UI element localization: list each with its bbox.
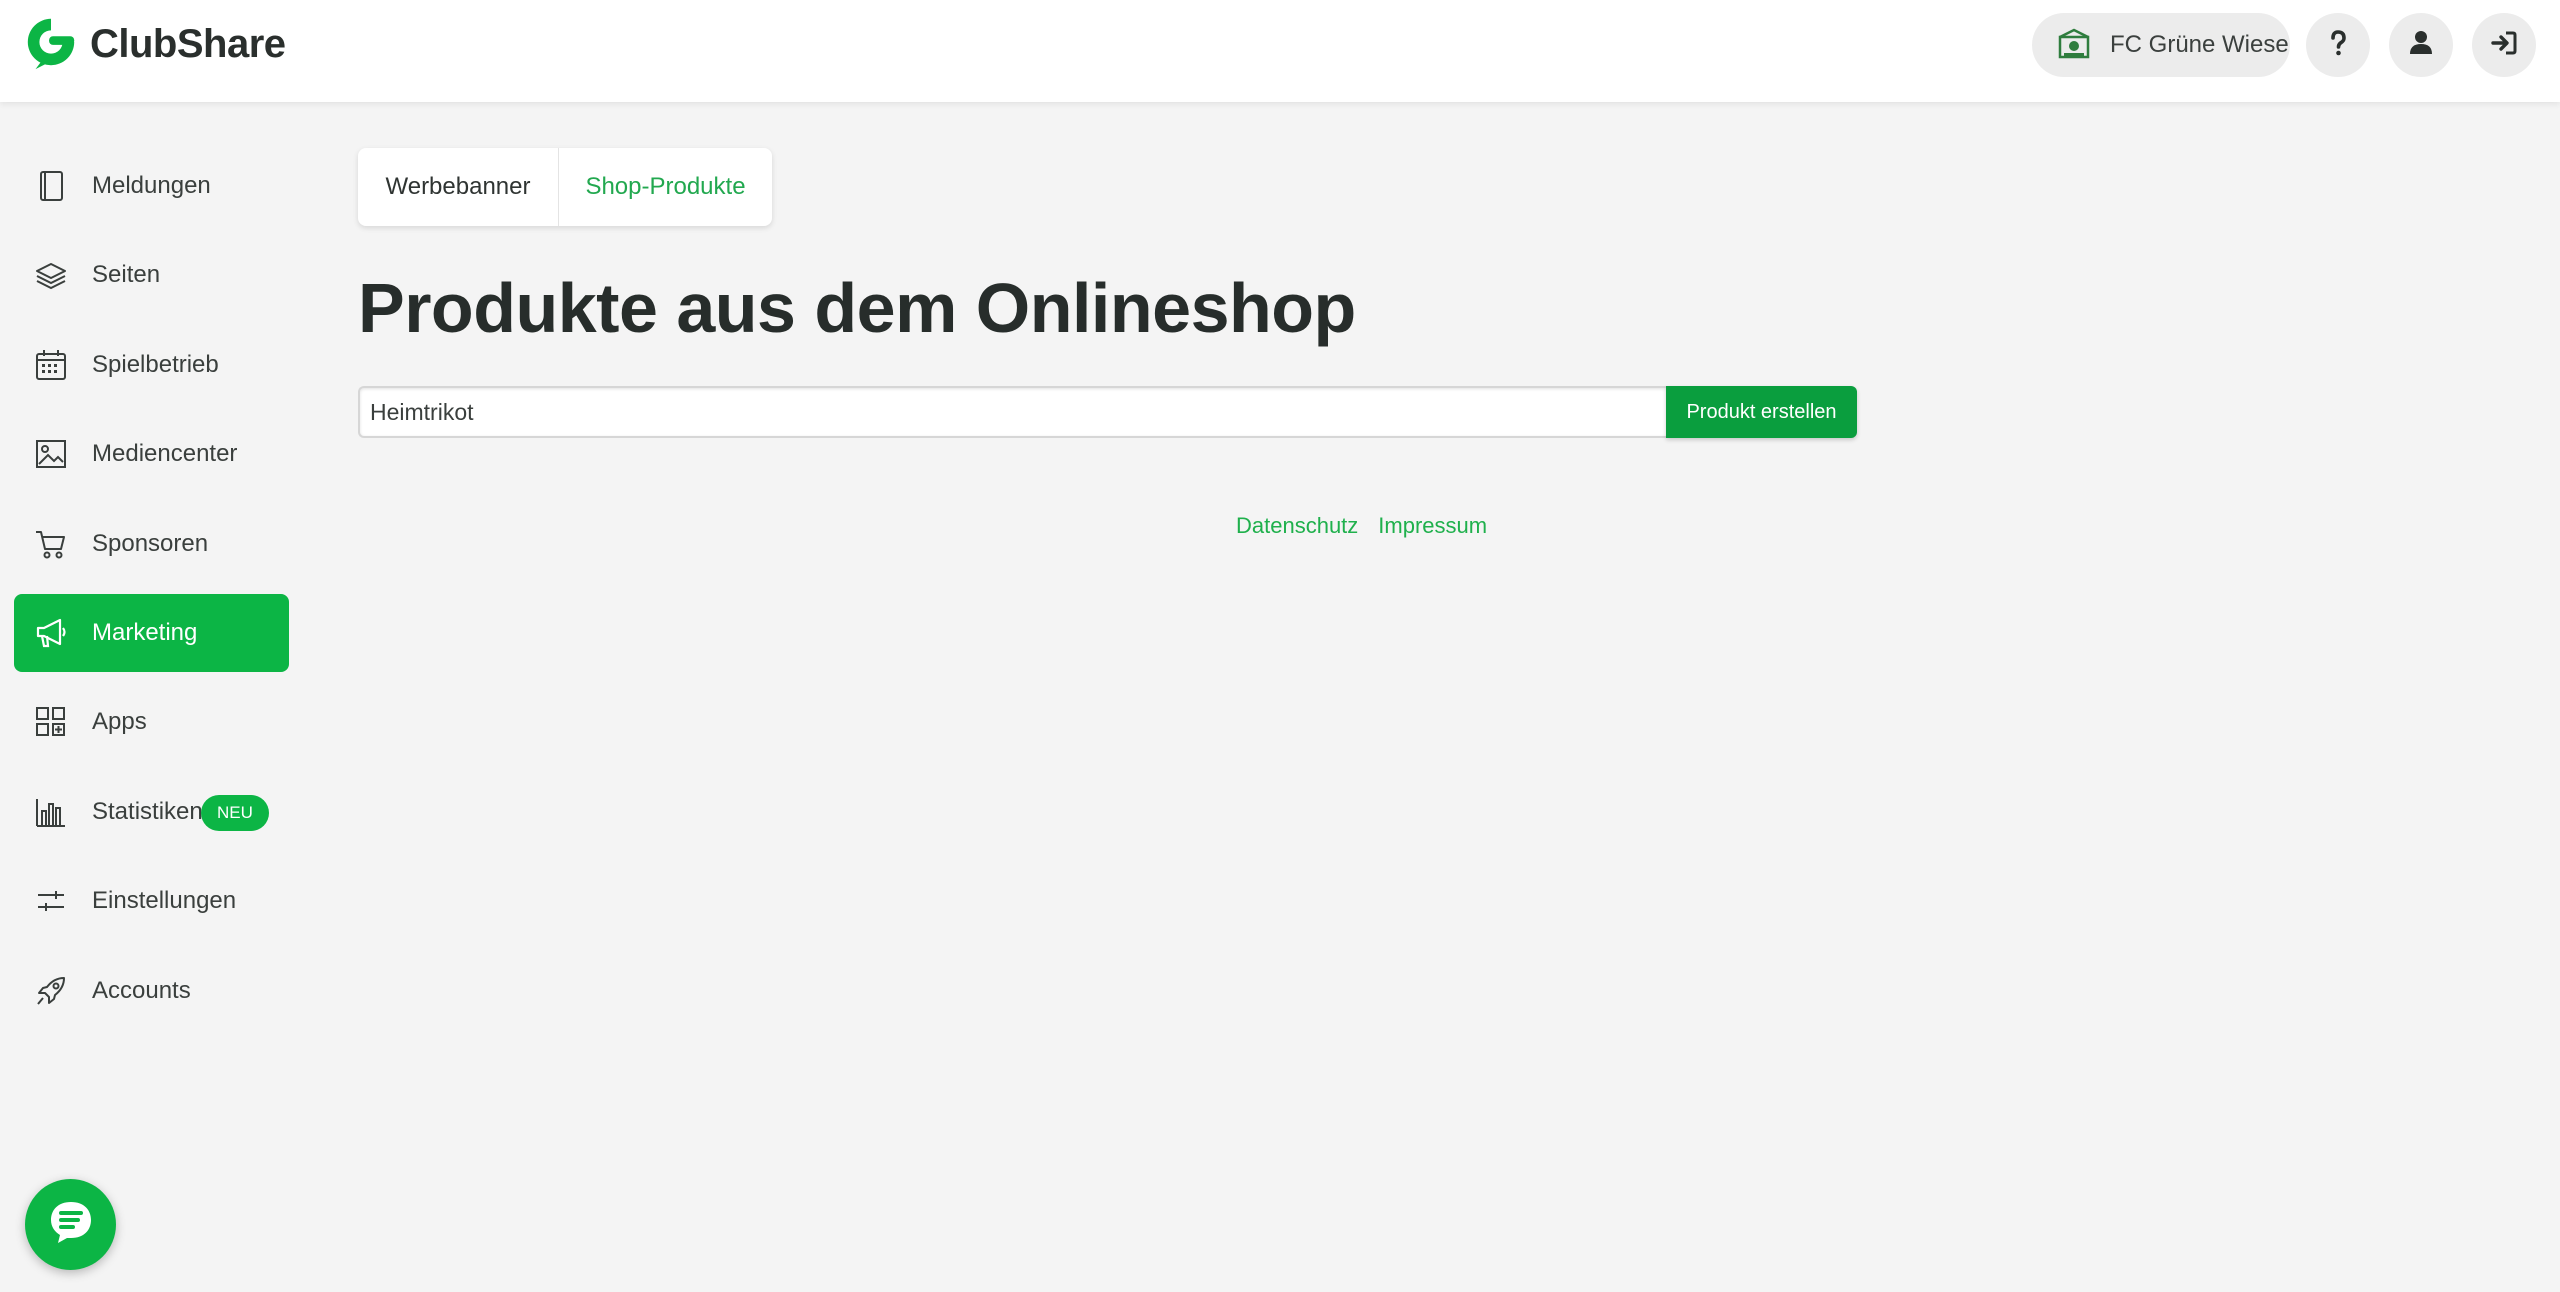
sidebar-item-spielbetrieb[interactable]: Spielbetrieb (14, 326, 289, 404)
clubshare-logo-icon (22, 13, 80, 76)
sidebar-item-label: Spielbetrieb (92, 351, 219, 378)
help-button[interactable] (2306, 13, 2370, 77)
sidebar-item-label: Apps (92, 708, 147, 735)
imprint-link[interactable]: Impressum (1378, 513, 1487, 539)
sidebar-item-mediencenter[interactable]: Mediencenter (14, 415, 289, 493)
sidebar-item-label: Meldungen (92, 172, 211, 199)
sign-out-icon (2489, 28, 2519, 63)
cart-icon (34, 527, 68, 561)
sliders-icon (34, 884, 68, 918)
sidebar-item-statistiken[interactable]: Statistiken NEU (14, 773, 289, 851)
sidebar-item-apps[interactable]: Apps (14, 683, 289, 761)
footer-links: Datenschutz Impressum (1236, 513, 1487, 539)
create-product-button[interactable]: Produkt erstellen (1666, 386, 1857, 438)
top-bar: ClubShare FC Grüne Wiese (0, 0, 2560, 102)
question-mark-icon (2323, 28, 2353, 63)
logout-button[interactable] (2472, 13, 2536, 77)
sidebar-item-label: Accounts (92, 977, 191, 1004)
sidebar-item-label: Statistiken (92, 798, 203, 825)
megaphone-icon (34, 616, 68, 650)
new-badge: NEU (201, 795, 269, 831)
tab-shop-produkte[interactable]: Shop-Produkte (559, 148, 772, 226)
profile-button[interactable] (2389, 13, 2453, 77)
marketing-tabs: Werbebanner Shop-Produkte (358, 148, 772, 226)
sidebar-item-label: Seiten (92, 261, 161, 288)
brand-logo[interactable]: ClubShare (22, 14, 286, 74)
chat-button[interactable] (25, 1179, 116, 1270)
sidebar-item-label: Marketing (92, 619, 198, 646)
apps-grid-icon (34, 705, 68, 739)
product-name-input[interactable] (358, 386, 1668, 438)
sidebar-item-marketing[interactable]: Marketing (14, 594, 289, 672)
privacy-link[interactable]: Datenschutz (1236, 513, 1358, 539)
page-title: Produkte aus dem Onlineshop (358, 269, 1356, 347)
book-icon (34, 169, 68, 203)
club-name: FC Grüne Wiese (2110, 31, 2289, 58)
tab-werbebanner[interactable]: Werbebanner (358, 148, 559, 226)
sidebar-item-label: Mediencenter (92, 440, 238, 467)
layers-icon (34, 258, 68, 292)
rocket-icon (34, 974, 68, 1008)
bar-chart-icon (34, 795, 68, 829)
sidebar-item-seiten[interactable]: Seiten (14, 236, 289, 314)
calendar-icon (34, 348, 68, 382)
image-icon (34, 437, 68, 471)
brand-name: ClubShare (90, 21, 286, 66)
user-icon (2406, 28, 2436, 63)
sidebar-item-meldungen[interactable]: Meldungen (14, 147, 289, 225)
chat-bubble-icon (45, 1196, 97, 1253)
sidebar-item-accounts[interactable]: Accounts (14, 952, 289, 1030)
sidebar-item-einstellungen[interactable]: Einstellungen (14, 862, 289, 940)
sidebar-item-label: Sponsoren (92, 530, 209, 557)
sidebar-item-sponsoren[interactable]: Sponsoren (14, 505, 289, 583)
sidebar-item-label: Einstellungen (92, 887, 237, 914)
club-selector[interactable]: FC Grüne Wiese (2032, 13, 2290, 77)
club-crest-icon (2056, 27, 2092, 63)
